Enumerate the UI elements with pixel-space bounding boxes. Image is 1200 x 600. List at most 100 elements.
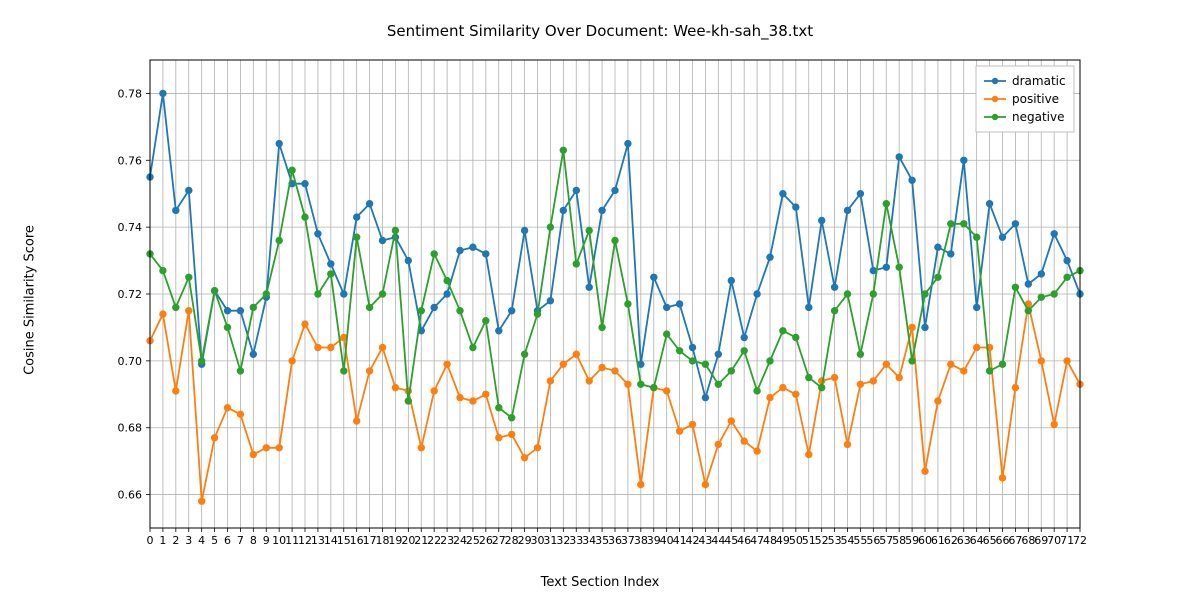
series-marker-negative	[392, 227, 398, 233]
series-marker-negative	[302, 214, 308, 220]
series-marker-negative	[844, 291, 850, 297]
series-marker-positive	[857, 381, 863, 387]
x-tick-label: 31	[543, 534, 557, 547]
series-marker-positive	[392, 384, 398, 390]
series-marker-positive	[676, 428, 682, 434]
x-tick-label: 67	[1008, 534, 1022, 547]
series-marker-dramatic	[586, 284, 592, 290]
series-marker-negative	[586, 227, 592, 233]
y-tick-label: 0.74	[118, 221, 143, 234]
x-tick-label: 1	[159, 534, 166, 547]
series-marker-positive	[534, 445, 540, 451]
series-marker-negative	[418, 308, 424, 314]
series-marker-positive	[599, 364, 605, 370]
series-marker-positive	[974, 344, 980, 350]
series-marker-dramatic	[793, 204, 799, 210]
series-marker-dramatic	[457, 247, 463, 253]
series-marker-positive	[586, 378, 592, 384]
x-tick-label: 34	[582, 534, 596, 547]
series-marker-dramatic	[676, 301, 682, 307]
series-marker-negative	[702, 361, 708, 367]
x-tick-label: 72	[1073, 534, 1087, 547]
x-tick-label: 21	[414, 534, 428, 547]
series-marker-dramatic	[857, 191, 863, 197]
series-marker-positive	[793, 391, 799, 397]
series-marker-positive	[806, 451, 812, 457]
x-tick-label: 65	[983, 534, 997, 547]
x-tick-label: 49	[776, 534, 790, 547]
series-marker-dramatic	[806, 304, 812, 310]
series-marker-dramatic	[974, 304, 980, 310]
legend-marker-positive	[992, 96, 998, 102]
series-marker-positive	[199, 498, 205, 504]
series-marker-negative	[806, 374, 812, 380]
series-marker-positive	[521, 455, 527, 461]
x-tick-label: 40	[660, 534, 674, 547]
x-tick-label: 30	[531, 534, 545, 547]
series-marker-negative	[534, 311, 540, 317]
x-tick-label: 27	[492, 534, 506, 547]
series-marker-dramatic	[741, 334, 747, 340]
series-marker-dramatic	[728, 277, 734, 283]
series-marker-negative	[547, 224, 553, 230]
series-marker-negative	[961, 221, 967, 227]
series-marker-positive	[922, 468, 928, 474]
series-marker-negative	[651, 384, 657, 390]
series-marker-positive	[431, 388, 437, 394]
x-tick-label: 24	[453, 534, 467, 547]
x-tick-label: 44	[711, 534, 725, 547]
series-marker-positive	[741, 438, 747, 444]
x-tick-label: 47	[750, 534, 764, 547]
series-marker-dramatic	[986, 201, 992, 207]
series-marker-positive	[250, 451, 256, 457]
series-marker-positive	[509, 431, 515, 437]
x-tick-label: 50	[789, 534, 803, 547]
x-tick-label: 57	[879, 534, 893, 547]
series-marker-positive	[444, 361, 450, 367]
x-tick-label: 28	[505, 534, 519, 547]
x-tick-label: 39	[647, 534, 661, 547]
x-tick-label: 53	[828, 534, 842, 547]
series-marker-negative	[509, 415, 515, 421]
series-marker-negative	[379, 291, 385, 297]
series-marker-negative	[638, 381, 644, 387]
series-marker-dramatic	[470, 244, 476, 250]
series-marker-negative	[1012, 284, 1018, 290]
series-marker-negative	[237, 368, 243, 374]
x-tick-label: 32	[556, 534, 570, 547]
y-tick-label: 0.78	[118, 87, 143, 100]
series-marker-negative	[1025, 308, 1031, 314]
series-marker-positive	[263, 445, 269, 451]
x-tick-label: 35	[595, 534, 609, 547]
series-marker-negative	[315, 291, 321, 297]
series-marker-dramatic	[754, 291, 760, 297]
series-marker-negative	[483, 318, 489, 324]
x-tick-label: 46	[737, 534, 751, 547]
series-marker-dramatic	[1012, 221, 1018, 227]
series-marker-positive	[948, 361, 954, 367]
series-marker-positive	[418, 445, 424, 451]
series-marker-positive	[470, 398, 476, 404]
x-tick-label: 42	[686, 534, 700, 547]
series-marker-dramatic	[948, 251, 954, 257]
legend-label-positive: positive	[1012, 92, 1059, 106]
series-marker-positive	[999, 475, 1005, 481]
x-tick-label: 60	[918, 534, 932, 547]
series-marker-positive	[664, 388, 670, 394]
y-tick-label: 0.70	[118, 355, 143, 368]
series-marker-negative	[870, 291, 876, 297]
series-marker-dramatic	[1038, 271, 1044, 277]
series-marker-negative	[354, 234, 360, 240]
series-marker-negative	[328, 271, 334, 277]
series-marker-positive	[1038, 358, 1044, 364]
series-marker-positive	[767, 394, 773, 400]
x-tick-label: 15	[337, 534, 351, 547]
series-marker-negative	[612, 237, 618, 243]
x-tick-label: 0	[147, 534, 154, 547]
x-tick-label: 6	[224, 534, 231, 547]
legend: dramaticpositivenegative	[976, 66, 1074, 132]
series-marker-positive	[160, 311, 166, 317]
series-marker-dramatic	[612, 187, 618, 193]
x-tick-label: 41	[673, 534, 687, 547]
series-marker-positive	[638, 481, 644, 487]
